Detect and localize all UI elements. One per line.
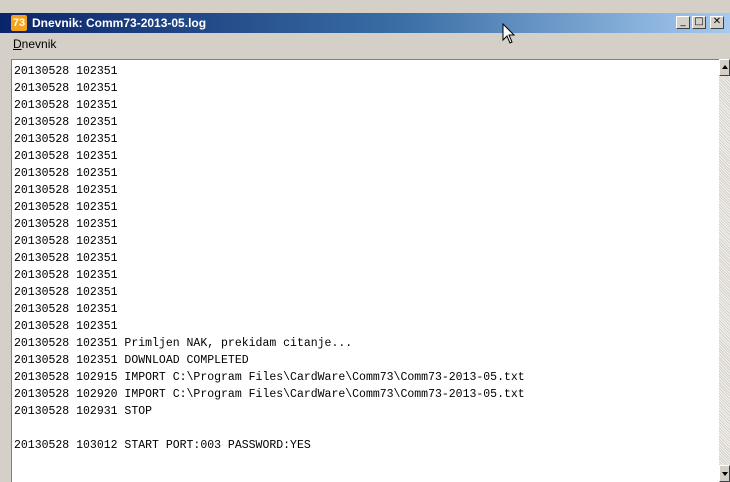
title-bar[interactable]: 73 Dnevnik: Comm73-2013-05.log _ □ ✕ <box>0 13 730 33</box>
menu-item-dnevnik[interactable]: Dnevnik <box>13 37 56 51</box>
maximize-button[interactable]: □ <box>692 16 706 29</box>
log-line: 20130528 102351 <box>14 82 118 95</box>
log-text-area[interactable]: 20130528 102351 20130528 102351 20130528… <box>11 59 719 482</box>
log-line: 20130528 102351 <box>14 150 118 163</box>
scroll-up-button[interactable] <box>719 59 730 76</box>
scroll-down-button[interactable] <box>719 465 730 482</box>
arrow-up-icon <box>722 65 728 69</box>
log-line: 20130528 102920 IMPORT C:\Program Files\… <box>14 388 525 401</box>
app-icon[interactable]: 73 <box>11 15 27 31</box>
log-line: 20130528 102351 <box>14 286 118 299</box>
log-line: 20130528 102915 IMPORT C:\Program Files\… <box>14 371 525 384</box>
log-line: 20130528 102931 STOP <box>14 405 153 418</box>
menu-bar: Dnevnik <box>0 34 730 54</box>
arrow-down-icon <box>722 472 728 476</box>
minimize-button[interactable]: _ <box>676 16 690 29</box>
log-line: 20130528 102351 <box>14 320 118 333</box>
vertical-scrollbar[interactable] <box>719 59 730 482</box>
log-line: 20130528 102351 <box>14 303 118 316</box>
log-line: 20130528 102351 <box>14 269 118 282</box>
close-button[interactable]: ✕ <box>710 16 724 29</box>
menu-item-accelerator: D <box>13 37 22 51</box>
log-line: 20130528 102351 <box>14 184 118 197</box>
log-line: 20130528 102351 <box>14 201 118 214</box>
log-line: 20130528 102351 <box>14 252 118 265</box>
mouse-pointer-icon <box>502 23 516 44</box>
log-line: 20130528 102351 <box>14 167 118 180</box>
log-line: 20130528 102351 <box>14 133 118 146</box>
log-line: 20130528 102351 DOWNLOAD COMPLETED <box>14 354 249 367</box>
log-content: 20130528 102351 20130528 102351 20130528… <box>12 60 719 454</box>
log-line: 20130528 102351 <box>14 99 118 112</box>
log-line: 20130528 103012 START PORT:003 PASSWORD:… <box>14 439 311 452</box>
log-line: 20130528 102351 Primljen NAK, prekidam c… <box>14 337 353 350</box>
log-line: 20130528 102351 <box>14 235 118 248</box>
log-line: 20130528 102351 <box>14 65 118 78</box>
menu-item-label-rest: nevnik <box>21 37 57 51</box>
log-line: 20130528 102351 <box>14 116 118 129</box>
window-title: Dnevnik: Comm73-2013-05.log <box>32 16 207 30</box>
log-line: 20130528 102351 <box>14 218 118 231</box>
